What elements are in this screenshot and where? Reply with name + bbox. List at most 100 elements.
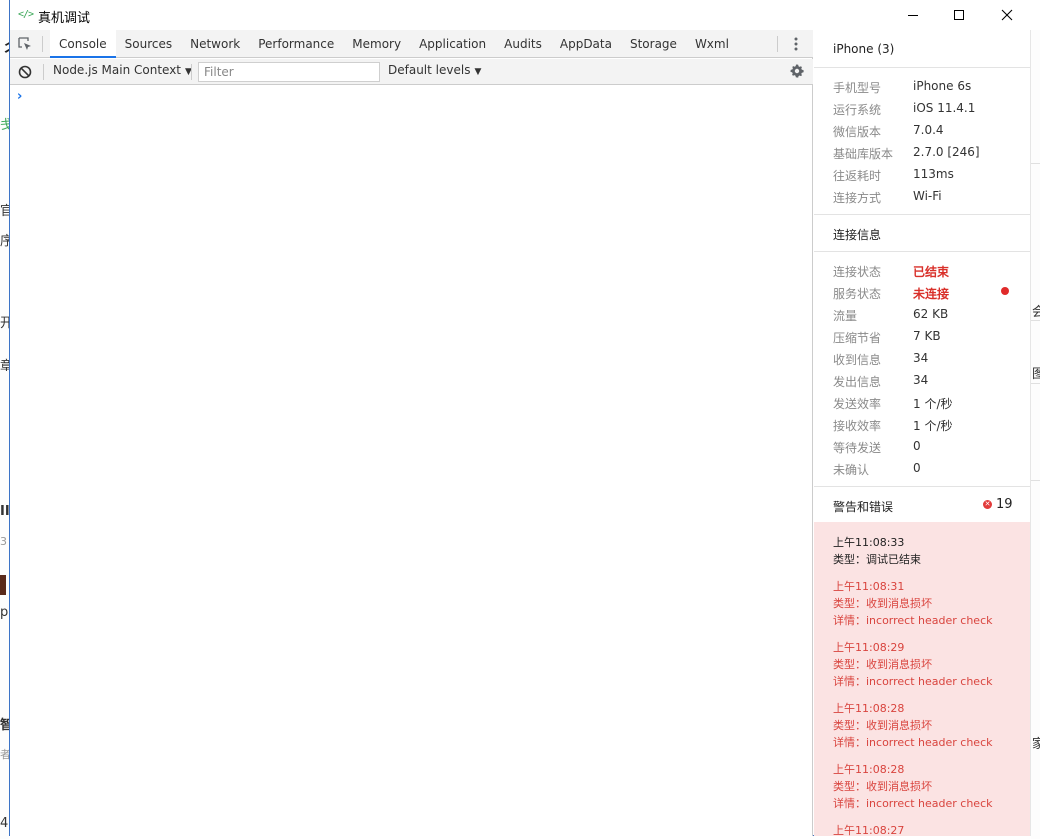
info-value: 0	[913, 439, 921, 453]
log-time: 上午11:08:27	[833, 824, 905, 836]
connection-info-row: 未确认 0	[833, 461, 1023, 479]
devtools-tab-bar: Console Sources Network Performance Memo…	[10, 30, 813, 58]
info-value: 34	[913, 373, 929, 387]
remote-debug-window: </> 真机调试 Console Sources Network Perform…	[9, 0, 1032, 836]
info-key: 未确认	[833, 463, 870, 477]
title-bar[interactable]: </> 真机调试	[10, 0, 1032, 30]
info-value: 7 KB	[913, 329, 941, 343]
log-type: 类型：收到消息损坏	[833, 719, 932, 732]
service-status-value: 未连接	[913, 287, 950, 301]
errors-log-panel[interactable]: 上午11:08:33 类型：调试已结束 上午11:08:31 类型：收到消息损坏…	[814, 522, 1030, 836]
tab-wxml[interactable]: Wxml	[686, 30, 738, 58]
log-time: 上午11:08:28	[833, 702, 905, 715]
bg-fragment: 者	[0, 748, 9, 761]
divider	[814, 214, 1030, 215]
filter-input[interactable]	[198, 62, 380, 82]
clear-console-icon[interactable]	[17, 64, 33, 80]
connection-title: 连接信息	[833, 228, 882, 242]
info-key: 连接状态	[833, 265, 882, 279]
code-brackets-icon: </>	[18, 9, 34, 20]
info-value: Wi-Fi	[913, 189, 942, 203]
tab-application[interactable]: Application	[410, 30, 495, 58]
info-key: 服务状态	[833, 287, 882, 301]
tab-storage[interactable]: Storage	[621, 30, 686, 58]
device-info-sidebar: iPhone (3) 手机型号 iPhone 6s 运行系统 iOS 11.4.1 …	[814, 30, 1030, 836]
log-entry: 上午11:08:29 类型：收到消息损坏 详情：incorrect header…	[833, 639, 1023, 690]
more-options-icon[interactable]	[790, 36, 802, 52]
element-picker-icon[interactable]	[17, 36, 33, 52]
bg-fragment: 章	[0, 359, 9, 374]
divider	[191, 64, 192, 80]
bg-fragment: 官	[0, 204, 9, 219]
log-type: 类型：收到消息损坏	[833, 658, 932, 671]
error-x-icon: ✕	[983, 500, 992, 509]
info-value: 34	[913, 351, 929, 365]
bg-fragment: II	[0, 504, 9, 519]
tab-audits[interactable]: Audits	[495, 30, 551, 58]
log-detail: 详情：incorrect header check	[833, 614, 993, 627]
divider	[42, 36, 43, 52]
minimize-button[interactable]	[890, 0, 936, 30]
context-select-value: Node.js Main Context	[53, 63, 182, 77]
tab-network[interactable]: Network	[181, 30, 249, 58]
info-key: 发送效率	[833, 397, 882, 411]
info-key: 流量	[833, 309, 858, 323]
tab-performance[interactable]: Performance	[249, 30, 343, 58]
maximize-button[interactable]	[936, 0, 982, 30]
log-entry: 上午11:08:31 类型：收到消息损坏 详情：incorrect header…	[833, 578, 1023, 629]
console-output[interactable]: ›	[10, 86, 812, 836]
log-type: 类型：调试已结束	[833, 553, 921, 566]
info-value: 1 个/秒	[913, 397, 953, 411]
connection-info-row: 流量 62 KB	[833, 307, 1023, 325]
device-info-row: 往返耗时 113ms	[833, 167, 1023, 185]
close-icon	[1001, 9, 1013, 21]
info-value: iOS 11.4.1	[913, 101, 976, 115]
tab-sources[interactable]: Sources	[116, 30, 181, 58]
window-title: 真机调试	[38, 11, 91, 26]
bg-thumbnail	[0, 575, 6, 595]
info-key: 压缩节省	[833, 331, 882, 345]
bg-fragment: 戋	[0, 118, 9, 133]
log-entry: 上午11:08:27	[833, 822, 1023, 836]
device-info-row: 连接方式 Wi-Fi	[833, 189, 1023, 207]
tab-console[interactable]: Console	[50, 30, 116, 58]
log-time: 上午11:08:29	[833, 641, 905, 654]
sidebar-scroll-gutter[interactable]	[1030, 30, 1031, 836]
minimize-icon	[908, 15, 918, 16]
log-entry: 上午11:08:33 类型：调试已结束	[833, 534, 1023, 568]
close-button[interactable]	[984, 0, 1030, 30]
bg-fragment: 彳	[0, 32, 9, 64]
log-type: 类型：收到消息损坏	[833, 597, 932, 610]
bg-fragment: p	[0, 605, 9, 620]
status-dot-icon	[1001, 287, 1009, 295]
log-levels-select[interactable]: Default levels ▼	[388, 63, 481, 77]
info-key: 往返耗时	[833, 169, 882, 183]
log-time: 上午11:08:33	[833, 536, 905, 549]
info-key: 微信版本	[833, 125, 882, 139]
connection-info-row: 收到信息 34	[833, 351, 1023, 369]
info-value: iPhone 6s	[913, 79, 972, 93]
context-select[interactable]: Node.js Main Context ▼	[53, 63, 192, 77]
bg-fragment: 图	[1032, 367, 1040, 382]
tab-memory[interactable]: Memory	[343, 30, 410, 58]
errors-title: 警告和错误	[833, 500, 894, 514]
info-key: 收到信息	[833, 353, 882, 367]
gear-icon[interactable]	[789, 63, 805, 79]
log-detail: 详情：incorrect header check	[833, 675, 993, 688]
info-value: 113ms	[913, 167, 954, 181]
connection-info-row: 接收效率 1 个/秒	[833, 417, 1023, 435]
connection-info-row: 等待发送 0	[833, 439, 1023, 457]
connection-status-value: 已结束	[913, 265, 950, 279]
info-value: 1 个/秒	[913, 419, 953, 433]
log-type: 类型：收到消息损坏	[833, 780, 932, 793]
info-key: 接收效率	[833, 419, 882, 433]
console-prompt-icon: ›	[17, 89, 23, 104]
tab-appdata[interactable]: AppData	[551, 30, 621, 58]
console-toolbar: Node.js Main Context▼ Default levels▼	[10, 59, 813, 85]
bg-fragment: 序	[0, 234, 9, 249]
errors-count-badge: 19	[996, 497, 1013, 512]
info-key: 连接方式	[833, 191, 882, 205]
info-value: 62 KB	[913, 307, 949, 321]
bg-fragment: 3	[0, 535, 7, 548]
bg-fragment: 家	[1032, 737, 1040, 752]
